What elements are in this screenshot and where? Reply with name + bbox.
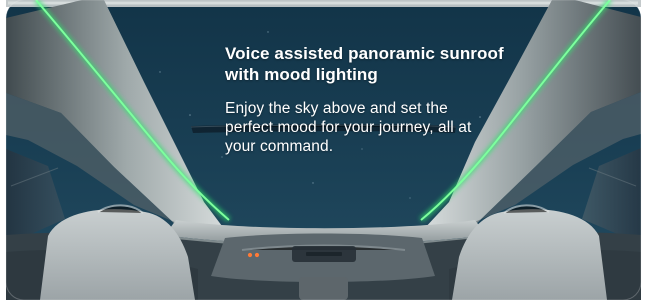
feature-description: Enjoy the sky above and set the perfect … [225, 100, 472, 155]
sunroof-feature-card: Voice assisted panoramic sunroof with mo… [0, 0, 647, 300]
feature-copy-block: Voice assisted panoramic sunroof with mo… [225, 43, 525, 156]
feature-headline: Voice assisted panoramic sunroof with mo… [225, 43, 525, 85]
feature-headline-line-2: with mood lighting [225, 65, 378, 84]
feature-headline-line-1: Voice assisted panoramic sunroof [225, 44, 504, 63]
